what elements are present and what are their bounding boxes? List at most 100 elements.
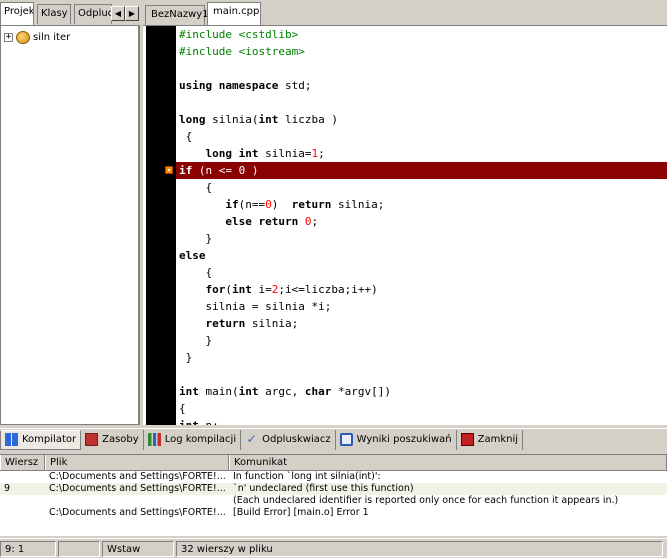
message-line-cell: [0, 495, 45, 507]
tab-beznazwy1[interactable]: BezNazwy1: [145, 5, 209, 25]
code-token: return: [291, 198, 332, 211]
code-line[interactable]: {: [176, 128, 667, 145]
code-line[interactable]: {: [176, 179, 667, 196]
code-token: {: [179, 266, 213, 279]
code-token: 0: [265, 198, 272, 211]
tab-close[interactable]: Zamknij: [457, 429, 524, 450]
code-token: argc,: [258, 385, 305, 398]
compiler-icon: [5, 433, 18, 446]
code-token: if: [225, 198, 239, 211]
message-file-cell: C:\Documents and Settings\FORTE!...: [49, 471, 226, 482]
code-token: ;i<=liczba;i++): [278, 283, 378, 296]
code-token: ): [271, 198, 292, 211]
code-line[interactable]: if(n==0) return silnia;: [176, 196, 667, 213]
code-token: ;: [311, 215, 319, 228]
expand-plus-icon[interactable]: +: [4, 32, 13, 42]
scroll-right-arrow-icon[interactable]: ▶: [125, 6, 139, 21]
code-line[interactable]: for(int i=2;i<=liczba;i++): [176, 281, 667, 298]
code-token: }: [179, 334, 213, 347]
modified-indicator: [58, 540, 100, 557]
code-line[interactable]: [176, 94, 667, 111]
tab-resources[interactable]: Zasoby: [81, 429, 144, 450]
message-file-cell: C:\Documents and Settings\FORTE!...: [49, 483, 226, 494]
scroll-left-arrow-icon[interactable]: ◀: [111, 6, 125, 21]
tab-debugger[interactable]: ✓ Odpluskwiacz: [241, 429, 336, 450]
code-token: (: [225, 283, 232, 296]
message-line-cell: 9: [4, 483, 11, 494]
code-line[interactable]: {: [176, 400, 667, 417]
code-editor[interactable]: #include <cstdlib> #include <iostream> usi…: [143, 25, 667, 425]
code-token: long int: [205, 147, 259, 160]
code-area[interactable]: #include <cstdlib> #include <iostream> usi…: [176, 26, 667, 425]
message-text-cell: `n' undeclared (first use this function): [233, 483, 414, 494]
code-line[interactable]: #include <iostream>: [176, 43, 667, 60]
tab-search-results[interactable]: Wyniki poszukiwań: [336, 429, 457, 450]
code-line[interactable]: }: [176, 332, 667, 349]
code-line[interactable]: using namespace std;: [176, 77, 667, 94]
compiler-messages-table: Wiersz Plik Komunikat C:\Documents and S…: [0, 454, 667, 536]
code-line[interactable]: [176, 366, 667, 383]
code-line[interactable]: return silnia;: [176, 315, 667, 332]
resources-icon: [85, 433, 99, 446]
code-line[interactable]: long int silnia=1;: [176, 145, 667, 162]
code-token: liczba ): [278, 113, 338, 126]
message-line-cell: [0, 507, 45, 519]
code-line[interactable]: int main(int argc, char *argv[]): [176, 383, 667, 400]
column-header-plik[interactable]: Plik: [45, 455, 229, 470]
message-row[interactable]: C:\Documents and Settings\FORTE!... In fu…: [0, 471, 667, 483]
project-tree-item[interactable]: + siln iter: [4, 30, 70, 44]
message-row[interactable]: 9 C:\Documents and Settings\FORTE!... `n' …: [0, 483, 667, 495]
code-token: char: [304, 385, 332, 398]
code-token: main(: [198, 385, 239, 398]
tab-compiler[interactable]: Kompilator: [0, 429, 82, 450]
message-text-cell: (Each undeclared identifier is reported …: [233, 495, 619, 506]
code-token: return: [205, 317, 246, 330]
code-line[interactable]: else: [176, 247, 667, 264]
code-line[interactable]: else return 0;: [176, 213, 667, 230]
code-token: silnia=: [258, 147, 312, 160]
highlighted-code-line[interactable]: if (n <= 0 ): [176, 162, 667, 179]
code-token: i=: [251, 283, 272, 296]
tab-compile-log[interactable]: Log kompilacji: [144, 429, 242, 450]
code-token: silnia = silnia *i;: [179, 300, 332, 313]
column-header-komunikat[interactable]: Komunikat: [229, 455, 667, 470]
code-token: else: [179, 249, 206, 262]
column-header-wiersz[interactable]: Wiersz: [0, 455, 45, 470]
code-token: int: [232, 283, 252, 296]
code-line[interactable]: }: [176, 230, 667, 247]
message-row[interactable]: C:\Documents and Settings\FORTE!... [Buil…: [0, 507, 667, 519]
code-token: }: [179, 351, 193, 364]
project-label[interactable]: siln iter: [33, 32, 70, 43]
line-count: 32 wierszy w pliku: [176, 540, 663, 557]
code-line[interactable]: int n;: [176, 417, 667, 425]
message-row[interactable]: (Each undeclared identifier is reported …: [0, 495, 667, 507]
code-token: #include <cstdlib>: [179, 28, 299, 41]
tab-label: Wyniki poszukiwań: [356, 434, 452, 445]
code-line[interactable]: #include <cstdlib>: [176, 26, 667, 43]
tab-main-cpp[interactable]: main.cpp: [207, 2, 261, 25]
code-line[interactable]: long silnia(int liczba ): [176, 111, 667, 128]
code-token: ;: [318, 147, 325, 160]
code-line[interactable]: silnia = silnia *i;: [176, 298, 667, 315]
tab-klasy[interactable]: Klasy: [37, 4, 71, 24]
code-token: int: [179, 419, 199, 425]
code-token: using namespace: [179, 79, 279, 92]
code-token: silnia;: [331, 198, 385, 211]
code-token: (n==: [238, 198, 266, 211]
code-token: int: [179, 385, 199, 398]
code-line[interactable]: }: [176, 349, 667, 366]
breakpoint-icon[interactable]: [165, 166, 173, 174]
tab-odpluskwiacz[interactable]: Odpluс: [74, 4, 112, 24]
editor-gutter[interactable]: [146, 26, 176, 425]
tab-projekt[interactable]: Projekt: [0, 2, 34, 25]
code-token: int: [258, 113, 279, 126]
code-line[interactable]: {: [176, 264, 667, 281]
code-line[interactable]: [176, 60, 667, 77]
tab-label: Log kompilacji: [164, 434, 237, 445]
insert-mode: Wstaw: [102, 540, 174, 557]
